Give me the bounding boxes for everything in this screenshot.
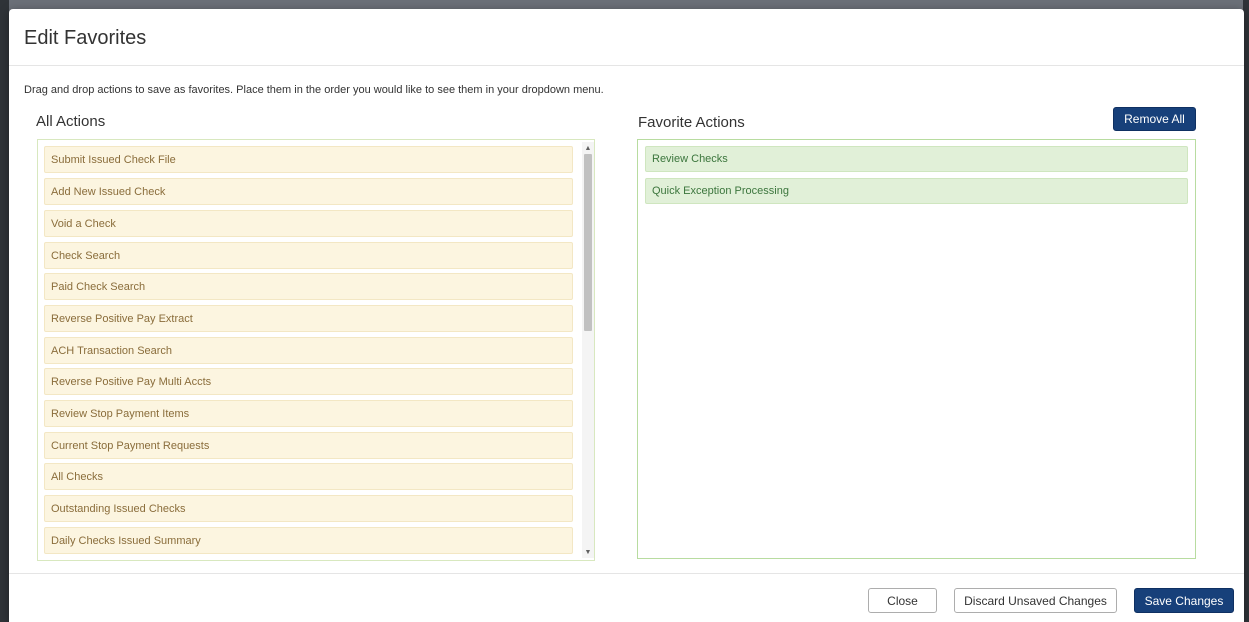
action-item[interactable]: Current Stop Payment Requests bbox=[44, 432, 573, 459]
action-item[interactable]: ACH Transaction Search bbox=[44, 337, 573, 364]
favorite-item[interactable]: Review Checks bbox=[645, 146, 1188, 172]
backdrop-left-edge bbox=[0, 0, 9, 622]
action-item[interactable]: Paid Check Search bbox=[44, 273, 573, 300]
remove-all-button[interactable]: Remove All bbox=[1113, 107, 1196, 131]
discard-unsaved-changes-button[interactable]: Discard Unsaved Changes bbox=[954, 588, 1117, 613]
action-item[interactable]: All Checks bbox=[44, 463, 573, 490]
all-actions-title: All Actions bbox=[36, 113, 106, 130]
action-item[interactable]: Outstanding Issued Checks bbox=[44, 495, 573, 522]
modal-footer: Close Discard Unsaved Changes Save Chang… bbox=[9, 573, 1244, 622]
all-actions-scrollbar[interactable]: ▲ ▼ bbox=[582, 142, 594, 558]
favorite-actions-title: Favorite Actions bbox=[638, 114, 745, 131]
save-changes-button[interactable]: Save Changes bbox=[1134, 588, 1234, 613]
action-item[interactable]: Daily Checks Issued Summary bbox=[44, 527, 573, 554]
edit-favorites-modal: Edit Favorites Drag and drop actions to … bbox=[9, 9, 1244, 622]
instructions-text: Drag and drop actions to save as favorit… bbox=[24, 84, 604, 96]
close-button[interactable]: Close bbox=[868, 588, 937, 613]
scroll-down-arrow-icon[interactable]: ▼ bbox=[582, 546, 594, 558]
scroll-up-arrow-icon[interactable]: ▲ bbox=[582, 142, 594, 154]
action-item[interactable]: Review Stop Payment Items bbox=[44, 400, 573, 427]
action-item[interactable]: Submit Issued Check File bbox=[44, 146, 573, 173]
favorite-item[interactable]: Quick Exception Processing bbox=[645, 178, 1188, 204]
action-item[interactable]: Void a Check bbox=[44, 210, 573, 237]
action-item[interactable]: Reverse Positive Pay Multi Accts bbox=[44, 368, 573, 395]
all-actions-list[interactable]: Submit Issued Check File Add New Issued … bbox=[37, 139, 595, 561]
modal-header: Edit Favorites bbox=[9, 9, 1244, 66]
modal-title: Edit Favorites bbox=[24, 27, 147, 49]
favorite-actions-list[interactable]: Review Checks Quick Exception Processing bbox=[637, 139, 1196, 559]
action-item[interactable]: Add New Issued Check bbox=[44, 178, 573, 205]
scrollbar-thumb[interactable] bbox=[584, 154, 592, 331]
action-item[interactable]: Reverse Positive Pay Extract bbox=[44, 305, 573, 332]
action-item[interactable]: Check Search bbox=[44, 242, 573, 269]
